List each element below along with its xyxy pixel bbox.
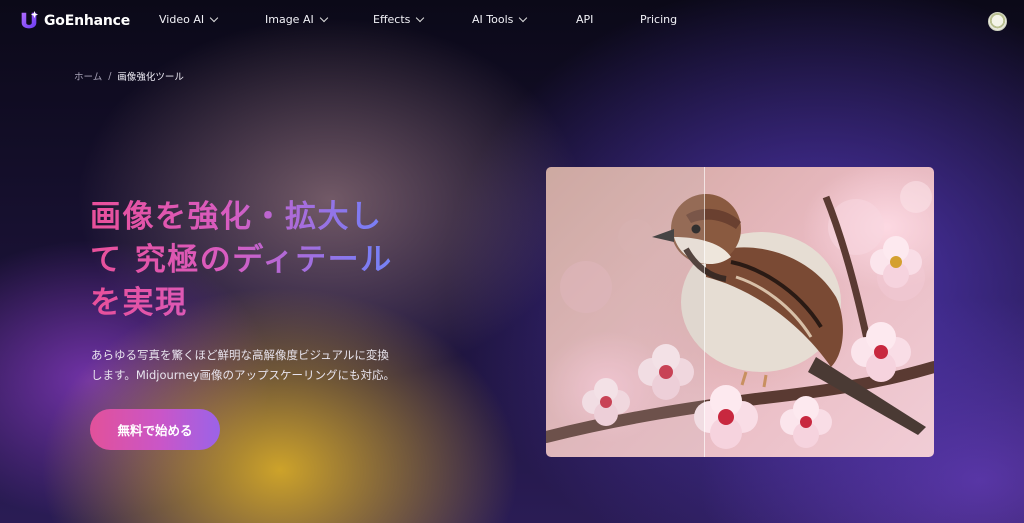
- brand-name: GoEnhance: [44, 13, 131, 29]
- chevron-down-icon: [519, 13, 528, 23]
- top-nav: GoEnhance Video AI Image AI Effects AI T…: [0, 0, 1024, 42]
- hero-title-line: を実現: [90, 285, 188, 321]
- breadcrumb-current: 画像強化ツール: [117, 72, 184, 83]
- nav-label: Effects: [373, 13, 411, 26]
- nav-label: Video AI: [159, 13, 205, 26]
- before-after-compare-image[interactable]: [546, 167, 934, 457]
- brand-logo[interactable]: GoEnhance: [18, 10, 130, 32]
- before-side-overlay: [546, 167, 704, 457]
- breadcrumb-home-link[interactable]: ホーム: [74, 69, 102, 83]
- nav-label: Image AI: [265, 13, 314, 26]
- nav-api[interactable]: API: [576, 13, 593, 26]
- nav-effects[interactable]: Effects: [373, 13, 425, 26]
- hero-title-line: 画像を強化・拡大し: [90, 199, 383, 235]
- hero-description-line: あらゆる写真を驚くほど鮮明な高解像度ビジュアルに変換: [91, 348, 389, 362]
- breadcrumb: ホーム / 画像強化ツール: [74, 69, 184, 84]
- compare-slider-handle[interactable]: [704, 167, 705, 457]
- nav-label: Pricing: [640, 13, 678, 26]
- hero-description-line: します。Midjourney画像のアップスケーリングにも対応。: [91, 368, 395, 382]
- chevron-down-icon: [209, 13, 219, 23]
- goenhance-logo-icon: [21, 10, 39, 29]
- chevron-down-icon: [319, 13, 328, 23]
- nav-image-ai[interactable]: Image AI: [265, 13, 328, 26]
- nav-label: AI Tools: [472, 13, 514, 26]
- hero-title-line: て 究極のディテール: [90, 242, 393, 278]
- nav-pricing[interactable]: Pricing: [640, 13, 677, 26]
- avatar[interactable]: [988, 12, 1007, 31]
- hero-title: 画像を強化・拡大し て 究極のディテール を実現: [90, 196, 430, 325]
- start-free-button[interactable]: 無料で始める: [90, 409, 220, 450]
- hero-description: あらゆる写真を驚くほど鮮明な高解像度ビジュアルに変換 します。Midjourne…: [91, 345, 436, 385]
- chevron-down-icon: [416, 13, 425, 23]
- nav-video-ai[interactable]: Video AI: [159, 13, 219, 26]
- nav-ai-tools[interactable]: AI Tools: [472, 13, 528, 26]
- breadcrumb-separator: /: [108, 70, 112, 82]
- nav-label: API: [576, 13, 594, 26]
